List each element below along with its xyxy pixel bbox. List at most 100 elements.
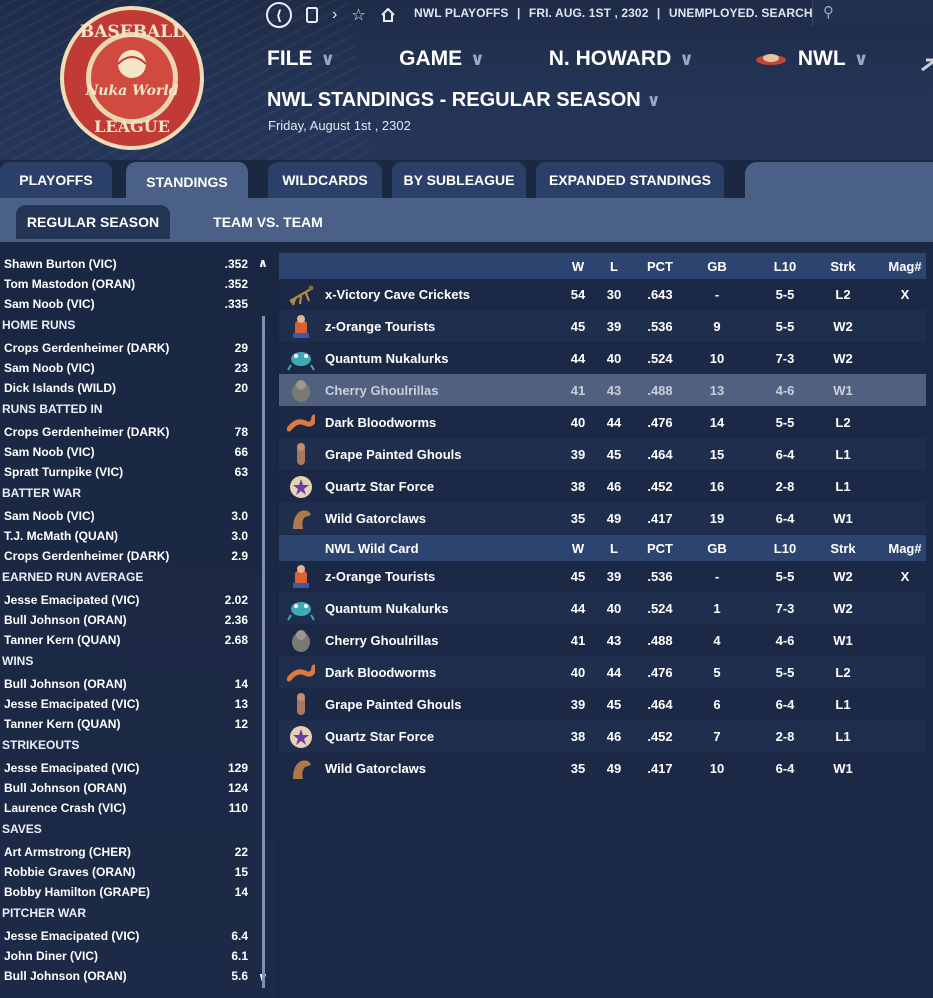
column-header-mag[interactable]: Mag# <box>885 535 925 561</box>
tab-by-subleague[interactable]: BY SUBLEAGUE <box>392 162 526 198</box>
star-icon[interactable]: ☆ <box>351 5 365 25</box>
leader-row[interactable]: Crops Gerdenheimer (DARK) 29 <box>0 338 262 358</box>
leader-player-name[interactable]: Jesse Emacipated (VIC) <box>4 697 139 711</box>
team-name[interactable]: Quantum Nukalurks <box>325 592 525 624</box>
team-name[interactable]: Wild Gatorclaws <box>325 752 525 784</box>
home-icon[interactable] <box>380 7 396 23</box>
team-name[interactable]: Quartz Star Force <box>325 720 525 752</box>
leader-player-name[interactable]: Sam Noob (VIC) <box>4 297 95 311</box>
leader-player-name[interactable]: Robbie Graves (ORAN) <box>4 865 135 879</box>
team-name[interactable]: z-Orange Tourists <box>325 560 525 592</box>
column-header-l[interactable]: L <box>594 253 634 279</box>
leader-player-name[interactable]: Laurence Crash (VIC) <box>4 801 126 815</box>
leader-row[interactable]: Sam Noob (VIC) 66 <box>0 442 262 462</box>
leader-row[interactable]: Jesse Emacipated (VIC) 129 <box>0 758 262 778</box>
leader-player-name[interactable]: Jesse Emacipated (VIC) <box>4 929 139 943</box>
team-name[interactable]: z-Orange Tourists <box>325 310 525 342</box>
table-row[interactable]: Grape Painted Ghouls 39 45 .464 6 6-4 L1 <box>279 688 926 720</box>
team-name[interactable]: Cherry Ghoulrillas <box>325 624 525 656</box>
table-row[interactable]: Quantum Nukalurks 44 40 .524 1 7-3 W2 <box>279 592 926 624</box>
column-header-l10[interactable]: L10 <box>765 253 805 279</box>
column-header-pct[interactable]: PCT <box>640 253 680 279</box>
table-row[interactable]: Quartz Star Force 38 46 .452 16 2-8 L1 <box>279 470 926 502</box>
leader-row[interactable]: Bull Johnson (ORAN) 2.36 <box>0 610 262 630</box>
leader-player-name[interactable]: Sam Noob (VIC) <box>4 361 95 375</box>
leader-row[interactable]: Spratt Turnpike (VIC) 63 <box>0 462 262 482</box>
leader-row[interactable]: Robbie Graves (ORAN) 15 <box>0 862 262 882</box>
team-name[interactable]: Dark Bloodworms <box>325 406 525 438</box>
leader-player-name[interactable]: Bull Johnson (ORAN) <box>4 781 127 795</box>
column-header-w[interactable]: W <box>558 253 598 279</box>
column-header-gb[interactable]: GB <box>697 535 737 561</box>
leader-player-name[interactable]: Spratt Turnpike (VIC) <box>4 465 123 479</box>
table-row[interactable]: Grape Painted Ghouls 39 45 .464 15 6-4 L1 <box>279 438 926 470</box>
leader-row[interactable]: Shawn Burton (VIC) .352 <box>0 254 262 274</box>
leader-player-name[interactable]: Crops Gerdenheimer (DARK) <box>4 549 169 563</box>
column-header-w[interactable]: W <box>558 535 598 561</box>
menu-manager[interactable]: N. HOWARD ∨ <box>549 47 694 71</box>
table-row[interactable]: Wild Gatorclaws 35 49 .417 19 6-4 W1 <box>279 502 926 534</box>
table-row[interactable]: Quantum Nukalurks 44 40 .524 10 7-3 W2 <box>279 342 926 374</box>
tab-wildcards[interactable]: WILDCARDS <box>268 162 382 198</box>
leader-row[interactable]: Tanner Kern (QUAN) 2.68 <box>0 630 262 650</box>
column-header-l[interactable]: L <box>594 535 634 561</box>
leader-row[interactable]: Crops Gerdenheimer (DARK) 2.9 <box>0 546 262 566</box>
tab-expanded-standings[interactable]: EXPANDED STANDINGS <box>536 162 724 198</box>
leader-row[interactable]: Jesse Emacipated (VIC) 6.4 <box>0 926 262 946</box>
menu-team[interactable]: BL <box>920 44 933 74</box>
scroll-up-icon[interactable]: ∧ <box>258 256 268 270</box>
leader-row[interactable]: T.J. McMath (QUAN) 3.0 <box>0 526 262 546</box>
leader-player-name[interactable]: Sam Noob (VIC) <box>4 509 95 523</box>
menu-league[interactable]: NWL ∨ <box>754 47 868 71</box>
tab-regular-season[interactable]: REGULAR SEASON <box>16 205 170 239</box>
back-icon[interactable]: ⟨ <box>266 2 292 28</box>
leader-row[interactable]: Tom Mastodon (ORAN) .352 <box>0 274 262 294</box>
tab-team-vs-team[interactable]: TEAM VS. TEAM <box>196 205 340 239</box>
tab-playoffs[interactable]: PLAYOFFS <box>0 162 112 198</box>
team-name[interactable]: Grape Painted Ghouls <box>325 438 525 470</box>
page-icon[interactable] <box>306 7 318 23</box>
leader-player-name[interactable]: T.J. McMath (QUAN) <box>4 529 118 543</box>
column-header-gb[interactable]: GB <box>697 253 737 279</box>
search-icon[interactable]: ⚲ <box>823 3 834 21</box>
leader-player-name[interactable]: Bull Johnson (ORAN) <box>4 677 127 691</box>
leader-row[interactable]: Sam Noob (VIC) 23 <box>0 358 262 378</box>
table-row[interactable]: x-Victory Cave Crickets 54 30 .643 - 5-5 L2 X <box>279 278 926 310</box>
leader-row[interactable]: Bull Johnson (ORAN) 5.6 <box>0 966 262 986</box>
team-name[interactable]: x-Victory Cave Crickets <box>325 278 525 310</box>
column-header-pct[interactable]: PCT <box>640 535 680 561</box>
table-row[interactable]: Dark Bloodworms 40 44 .476 5 5-5 L2 <box>279 656 926 688</box>
leader-row[interactable]: Art Armstrong (CHER) 22 <box>0 842 262 862</box>
table-row[interactable]: Cherry Ghoulrillas 41 43 .488 13 4-6 W1 <box>279 374 926 406</box>
leader-row[interactable]: Bull Johnson (ORAN) 14 <box>0 674 262 694</box>
team-name[interactable]: Wild Gatorclaws <box>325 502 525 534</box>
column-header-strk[interactable]: Strk <box>823 535 863 561</box>
leader-row[interactable]: Sam Noob (VIC) .335 <box>0 294 262 314</box>
ticker-playoffs-link[interactable]: NWL PLAYOFFS <box>414 6 509 20</box>
leader-row[interactable]: Jesse Emacipated (VIC) 13 <box>0 694 262 714</box>
menu-file[interactable]: FILE ∨ <box>267 47 335 71</box>
leader-player-name[interactable]: Jesse Emacipated (VIC) <box>4 761 139 775</box>
team-name[interactable]: Quantum Nukalurks <box>325 342 525 374</box>
leader-player-name[interactable]: Crops Gerdenheimer (DARK) <box>4 425 169 439</box>
tab-standings[interactable]: STANDINGS <box>126 162 248 202</box>
leader-player-name[interactable]: Tanner Kern (QUAN) <box>4 633 120 647</box>
leader-row[interactable]: Bobby Hamilton (GRAPE) 14 <box>0 882 262 902</box>
leader-player-name[interactable]: Art Armstrong (CHER) <box>4 845 131 859</box>
leader-row[interactable]: Bull Johnson (ORAN) 124 <box>0 778 262 798</box>
table-row[interactable]: Quartz Star Force 38 46 .452 7 2-8 L1 <box>279 720 926 752</box>
leader-player-name[interactable]: Sam Noob (VIC) <box>4 445 95 459</box>
leader-player-name[interactable]: Tanner Kern (QUAN) <box>4 717 120 731</box>
leader-player-name[interactable]: Tom Mastodon (ORAN) <box>4 277 135 291</box>
leader-player-name[interactable]: Bull Johnson (ORAN) <box>4 613 127 627</box>
leader-player-name[interactable]: Bobby Hamilton (GRAPE) <box>4 885 150 899</box>
scrollbar[interactable] <box>262 316 265 988</box>
column-header-strk[interactable]: Strk <box>823 253 863 279</box>
nuka-world-league-logo[interactable]: BASEBALL Nuka World LEAGUE <box>58 4 206 152</box>
leader-player-name[interactable]: Shawn Burton (VIC) <box>4 257 117 271</box>
team-name[interactable]: Dark Bloodworms <box>325 656 525 688</box>
leader-row[interactable]: John Diner (VIC) 6.1 <box>0 946 262 966</box>
leader-row[interactable]: Laurence Crash (VIC) 110 <box>0 798 262 818</box>
leader-player-name[interactable]: Bull Johnson (ORAN) <box>4 969 127 983</box>
team-name[interactable]: Quartz Star Force <box>325 470 525 502</box>
